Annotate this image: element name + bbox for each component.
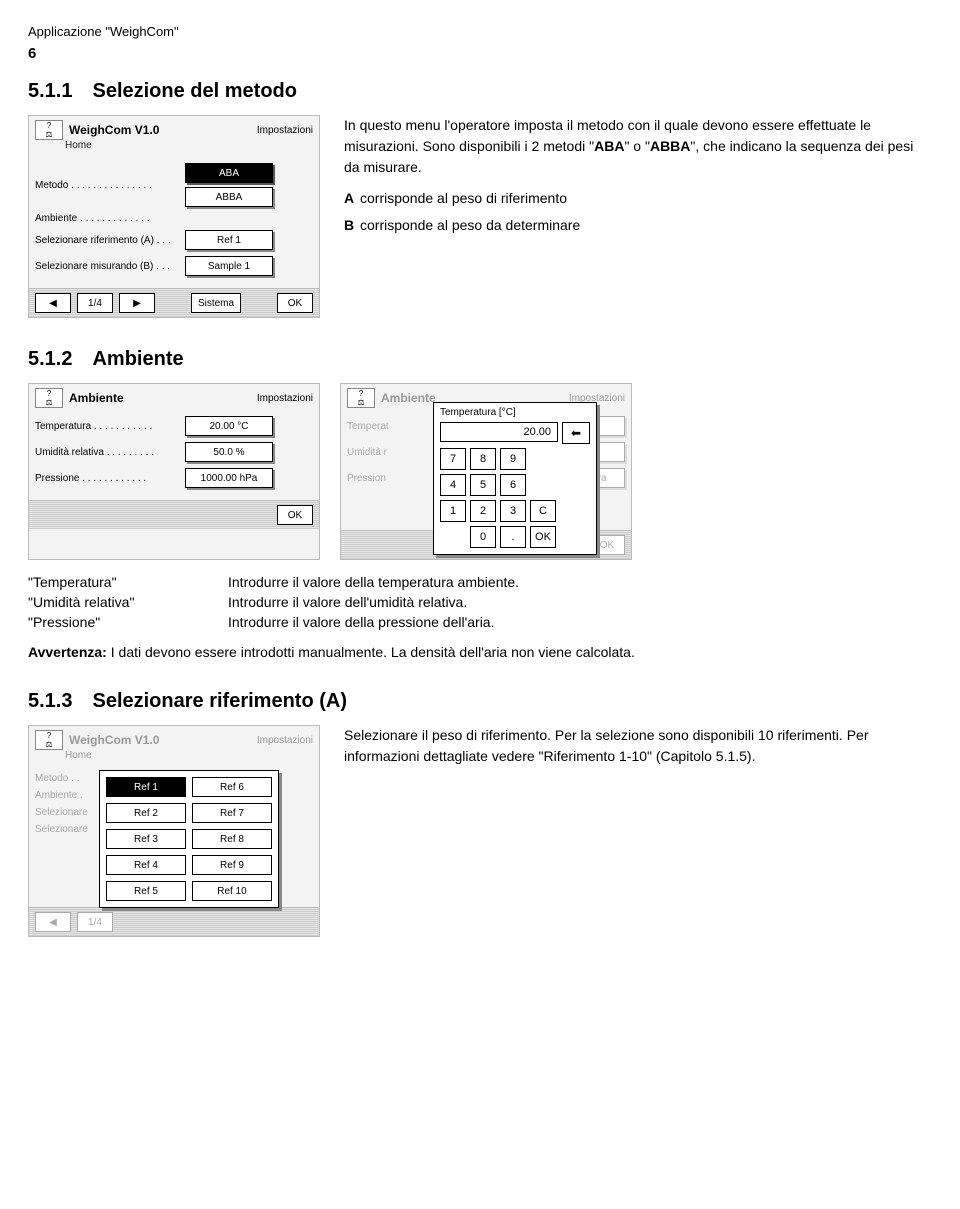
heading-511-num: 5.1.1 [28, 80, 72, 102]
app-icon: ?⚖ [35, 388, 63, 408]
prev-page-dim: ◀ [35, 912, 71, 932]
ok-button[interactable]: OK [277, 293, 313, 313]
prev-page-button[interactable]: ◀ [35, 293, 71, 313]
page-header: Applicazione "WeighCom" [28, 24, 932, 39]
key-ok[interactable]: OK [530, 526, 556, 548]
desc-513: Selezionare il peso di riferimento. Per … [344, 725, 932, 777]
lcd-ambiente-title: Ambiente [69, 391, 124, 405]
lcd-ref: ?⚖ WeighCom V1.0 Impostazioni Home Metod… [28, 725, 320, 937]
key-5[interactable]: 5 [470, 474, 496, 496]
def-press-term: "Pressione" [28, 614, 228, 630]
ref-1[interactable]: Ref 1 [106, 777, 186, 797]
ref-6[interactable]: Ref 6 [192, 777, 272, 797]
sistema-button[interactable]: Sistema [191, 293, 241, 313]
app-icon: ?⚖ [347, 388, 375, 408]
app-icon: ?⚖ [35, 120, 63, 140]
lcd-method-title: WeighCom V1.0 [69, 123, 159, 137]
ref-9[interactable]: Ref 9 [192, 855, 272, 875]
lcd-ambiente: ?⚖ Ambiente Impostazioni Temperatura . .… [28, 383, 320, 560]
row-ambiente-label: Ambiente . . . . . . . . . . . . . [35, 213, 185, 224]
ref-5[interactable]: Ref 5 [106, 881, 186, 901]
key-0[interactable]: 0 [470, 526, 496, 548]
heading-511: 5.1.1 Selezione del metodo [28, 80, 932, 103]
def-hum-desc: Introdurre il valore dell'umidità relati… [228, 594, 467, 610]
numeric-keypad: Temperatura [°C] 20.00 ⬅ 7 8 9 4 5 6 1 2… [433, 402, 597, 555]
ok-button[interactable]: OK [277, 505, 313, 525]
definitions-512: "Temperatura"Introdurre il valore della … [28, 574, 932, 630]
heading-512-title: Ambiente [92, 348, 183, 370]
app-icon: ?⚖ [35, 730, 63, 750]
desc-511: In questo menu l'operatore imposta il me… [344, 115, 932, 242]
def-temp-desc: Introdurre il valore della temperatura a… [228, 574, 519, 590]
lcd-ref-imp: Impostazioni [257, 735, 313, 746]
lcd-ambiente2-title: Ambiente [381, 391, 436, 405]
page-number: 6 [28, 45, 932, 62]
row-umidita: Umidità relativa . . . . . . . . . [35, 447, 185, 458]
lcd-ambiente-keypad: ?⚖ Ambiente Impostazioni Temperat 20.00 … [340, 383, 632, 560]
val-temperatura[interactable]: 20.00 °C [185, 416, 273, 436]
note-512: Avvertenza: I dati devono essere introdo… [28, 644, 932, 660]
lcd-ambiente-imp: Impostazioni [257, 393, 313, 404]
val-sample1[interactable]: Sample 1 [185, 256, 273, 276]
ref-8[interactable]: Ref 8 [192, 829, 272, 849]
val-umidita[interactable]: 50.0 % [185, 442, 273, 462]
def-temp-term: "Temperatura" [28, 574, 228, 590]
page-indicator: 1/4 [77, 293, 113, 313]
key-dot[interactable]: . [500, 526, 526, 548]
heading-513-num: 5.1.3 [28, 690, 72, 712]
val-pressione[interactable]: 1000.00 hPa [185, 468, 273, 488]
key-9[interactable]: 9 [500, 448, 526, 470]
keypad-value-field[interactable]: 20.00 [440, 422, 558, 442]
key-1[interactable]: 1 [440, 500, 466, 522]
key-4[interactable]: 4 [440, 474, 466, 496]
keypad-title: Temperatura [°C] [440, 407, 590, 418]
val-ref1[interactable]: Ref 1 [185, 230, 273, 250]
heading-512-num: 5.1.2 [28, 348, 72, 370]
lcd-method-imp: Impostazioni [257, 125, 313, 136]
ref-10[interactable]: Ref 10 [192, 881, 272, 901]
ref-selection-popup: Ref 1 Ref 6 Ref 2 Ref 7 Ref 3 Ref 8 Ref … [99, 770, 279, 908]
method-abba[interactable]: ABBA [185, 187, 273, 207]
row-temperatura: Temperatura . . . . . . . . . . . [35, 421, 185, 432]
ref-2[interactable]: Ref 2 [106, 803, 186, 823]
ref-7[interactable]: Ref 7 [192, 803, 272, 823]
row-refA-label: Selezionare riferimento (A) . . . [35, 235, 185, 246]
key-3[interactable]: 3 [500, 500, 526, 522]
heading-513: 5.1.3 Selezionare riferimento (A) [28, 690, 932, 713]
method-aba[interactable]: ABA [185, 163, 273, 183]
lcd-method-crumb: Home [29, 140, 319, 155]
row-misB-label: Selezionare misurando (B) . . . [35, 261, 185, 272]
key-2[interactable]: 2 [470, 500, 496, 522]
keypad-backspace[interactable]: ⬅ [562, 422, 590, 444]
def-hum-term: "Umidità relativa" [28, 594, 228, 610]
key-6[interactable]: 6 [500, 474, 526, 496]
ref-4[interactable]: Ref 4 [106, 855, 186, 875]
next-page-button[interactable]: ▶ [119, 293, 155, 313]
ref-3[interactable]: Ref 3 [106, 829, 186, 849]
key-7[interactable]: 7 [440, 448, 466, 470]
lcd-ref-title: WeighCom V1.0 [69, 733, 159, 747]
lcd-method: ?⚖ WeighCom V1.0 Impostazioni Home Metod… [28, 115, 320, 318]
row-pressione: Pressione . . . . . . . . . . . . [35, 473, 185, 484]
key-c[interactable]: C [530, 500, 556, 522]
heading-511-title: Selezione del metodo [92, 80, 296, 102]
key-8[interactable]: 8 [470, 448, 496, 470]
heading-512: 5.1.2 Ambiente [28, 348, 932, 371]
def-press-desc: Introdurre il valore della pressione del… [228, 614, 494, 630]
page-indicator-dim: 1/4 [77, 912, 113, 932]
lcd-ref-crumb: Home [29, 750, 319, 765]
row-metodo-label: Metodo . . . . . . . . . . . . . . . [35, 180, 185, 191]
heading-513-title: Selezionare riferimento (A) [92, 690, 347, 712]
